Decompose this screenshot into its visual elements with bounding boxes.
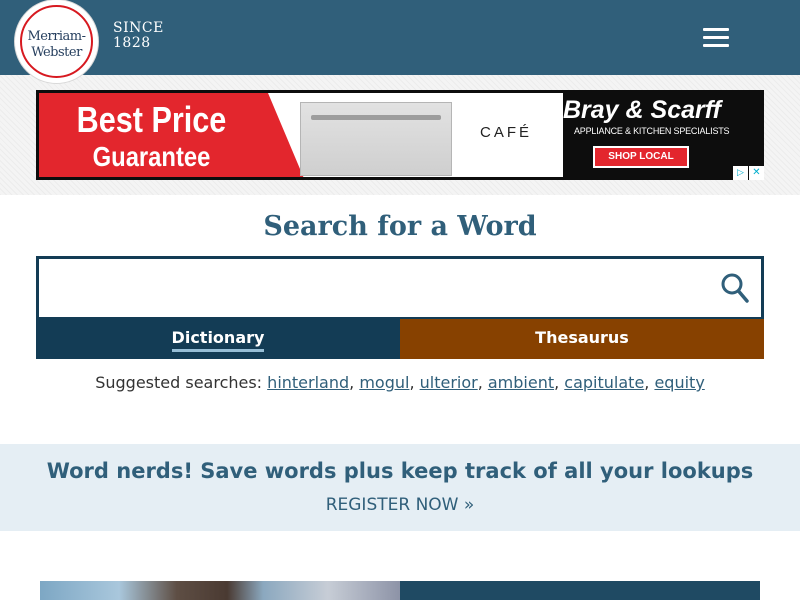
promo-title: Word nerds! Save words plus keep track o… [46, 459, 754, 483]
separator: , [554, 373, 565, 392]
tab-dictionary[interactable]: Dictionary [36, 319, 400, 359]
ad-product-brand: CAFÉ [480, 124, 533, 141]
since-label: SINCE [113, 20, 164, 36]
separator: , [477, 373, 488, 392]
tab-thesaurus[interactable]: Thesaurus [400, 319, 764, 359]
merriam-webster-logo[interactable]: Merriam- Webster [15, 0, 98, 83]
search-input[interactable] [39, 259, 709, 317]
logo-text-line-1: Merriam- [27, 29, 86, 44]
adchoices-icon[interactable]: ▷ [733, 166, 748, 180]
ad-close-icon[interactable]: ✕ [749, 166, 764, 180]
feature-article-image[interactable] [40, 581, 400, 600]
separator: , [409, 373, 420, 392]
ad-headline-1: Best Price [76, 99, 227, 140]
tab-thesaurus-label: Thesaurus [535, 328, 629, 347]
ad-shop-local-button[interactable]: SHOP LOCAL [593, 146, 689, 168]
menu-bar [703, 36, 729, 39]
dishwasher-image [300, 102, 452, 176]
menu-bar [703, 28, 729, 31]
since-year: 1828 [113, 35, 151, 51]
ad-tagline: APPLIANCE & KITCHEN SPECIALISTS [574, 126, 730, 136]
since-1828-tagline: SINCE 1828 [113, 21, 164, 51]
suggested-search-link[interactable]: equity [654, 373, 704, 392]
logo-text-line-2: Webster [31, 45, 82, 60]
separator: , [349, 373, 360, 392]
menu-bar [703, 44, 729, 47]
feature-article-panel[interactable] [400, 581, 760, 600]
site-header: Merriam- Webster SINCE 1828 [0, 0, 800, 83]
hamburger-menu-icon[interactable] [703, 28, 729, 48]
separator: , [644, 373, 655, 392]
tab-dictionary-label: Dictionary [171, 328, 265, 352]
search-heading: Search for a Word [263, 211, 537, 242]
ad-zone: Best Price Guarantee CAFÉ Bray & Scarff … [0, 75, 800, 195]
ad-headline-2: Guarantee [92, 141, 211, 172]
suggested-search-link[interactable]: hinterland [267, 373, 349, 392]
suggested-search-link[interactable]: mogul [359, 373, 409, 392]
suggested-search-link[interactable]: ulterior [420, 373, 478, 392]
suggested-search-link[interactable]: capitulate [564, 373, 644, 392]
search-box [36, 256, 764, 320]
ad-advertiser-name: Bray & Scarff [563, 96, 721, 124]
suggested-searches: Suggested searches: hinterland, mogul, u… [0, 373, 800, 392]
search-icon[interactable] [721, 273, 749, 303]
register-now-link[interactable]: REGISTER NOW » [0, 495, 800, 515]
appliance-handle [311, 115, 441, 120]
suggested-search-link[interactable]: ambient [488, 373, 554, 392]
suggested-searches-label: Suggested searches: [95, 373, 263, 392]
advertisement-banner[interactable]: Best Price Guarantee CAFÉ Bray & Scarff … [36, 90, 764, 180]
register-promo: Word nerds! Save words plus keep track o… [0, 444, 800, 531]
